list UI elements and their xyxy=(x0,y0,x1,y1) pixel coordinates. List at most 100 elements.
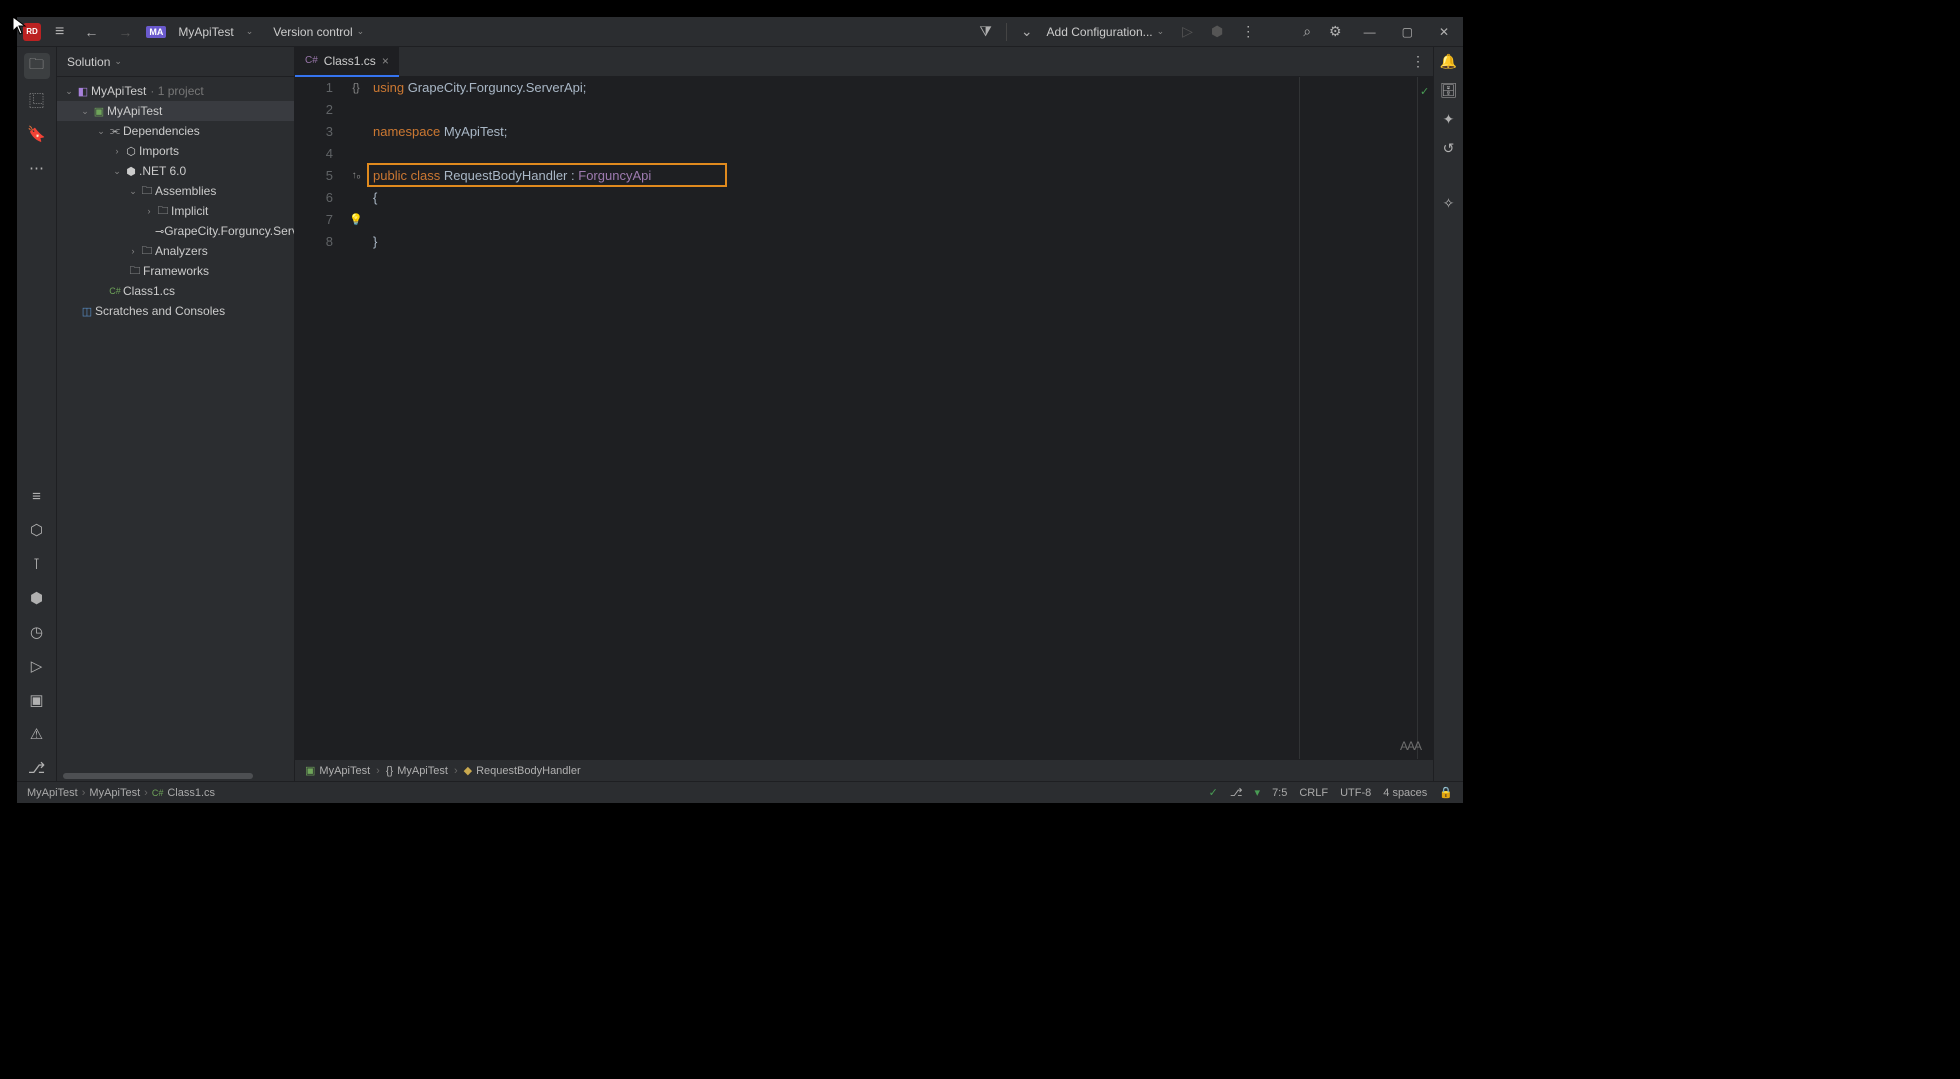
nuget-icon[interactable]: ⬢ xyxy=(24,585,50,611)
status-bar: MyApiTest › MyApiTest › C# Class1.cs ✓ ⎇… xyxy=(17,781,1463,803)
breadcrumb-namespace[interactable]: ▣MyApiTest xyxy=(305,764,370,777)
tree-imports[interactable]: › ⬡ Imports xyxy=(57,141,294,161)
inspection-stripe[interactable]: ✓ xyxy=(1417,77,1433,759)
terminal-icon[interactable]: ▣ xyxy=(24,687,50,713)
tab-filename: Class1.cs xyxy=(324,54,376,68)
tree-solution-root[interactable]: ⌄ ◧ MyApiTest· 1 project xyxy=(57,81,294,101)
tree-grapecity-ref[interactable]: ⊸ GrapeCity.Forguncy.Serve xyxy=(57,221,294,241)
services-icon[interactable]: ⬡ xyxy=(24,517,50,543)
inspection-ok-icon[interactable]: ✓ xyxy=(1420,81,1429,103)
debug-icon[interactable]: ⬢ xyxy=(1207,19,1227,44)
unit-tests-icon[interactable]: ◷ xyxy=(24,619,50,645)
close-tab-icon[interactable]: × xyxy=(382,54,389,68)
chevron-right-icon[interactable]: › xyxy=(111,146,123,156)
structure-icon[interactable]: ⿺ xyxy=(24,87,50,113)
run-tool-icon[interactable]: ▷ xyxy=(24,653,50,679)
status-ok-icon[interactable]: ✓ xyxy=(1209,786,1218,799)
vcs-icon[interactable]: ⎇ xyxy=(24,755,50,781)
scrollbar-thumb[interactable] xyxy=(63,773,253,779)
csharp-file-icon: C# xyxy=(152,788,164,798)
branch-icon[interactable]: ⎇ xyxy=(1230,786,1243,799)
nav-forward-icon[interactable]: → xyxy=(112,24,138,40)
dependencies-icon: ⫘ xyxy=(107,125,123,138)
history-icon[interactable]: ↺ xyxy=(1443,140,1455,157)
chevron-down-icon[interactable]: ⌄ xyxy=(63,86,75,97)
assembly-icon: ⊸ xyxy=(155,225,164,238)
database-icon[interactable]: 🗄 xyxy=(1440,82,1458,99)
status-path[interactable]: MyApiTest › MyApiTest › C# Class1.cs xyxy=(27,787,215,799)
version-control-menu[interactable]: Version control⌄ xyxy=(265,25,376,39)
caret-position[interactable]: 7:5 xyxy=(1272,787,1287,799)
notifications-icon[interactable]: 🔔 xyxy=(1440,53,1457,70)
tree-net[interactable]: ⌄ ⬢ .NET 6.0 xyxy=(57,161,294,181)
csharp-file-icon: C# xyxy=(107,286,123,296)
tree-analyzers[interactable]: › 🗀 Analyzers xyxy=(57,241,294,261)
tree-project[interactable]: ⌄ ▣ MyApiTest xyxy=(57,101,294,121)
file-encoding[interactable]: UTF-8 xyxy=(1340,787,1371,799)
tree-class1[interactable]: C# Class1.cs xyxy=(57,281,294,301)
bookmark-icon[interactable]: 🔖 xyxy=(24,121,50,147)
settings-gear-icon[interactable]: ⚙ xyxy=(1325,19,1346,44)
close-button[interactable]: ✕ xyxy=(1431,21,1457,43)
ai-icon[interactable]: ✦ xyxy=(1443,111,1455,128)
chevron-right-icon: › xyxy=(454,765,458,777)
search-icon[interactable]: ⌕ xyxy=(1299,19,1315,44)
chevron-down-icon[interactable]: ⌄ xyxy=(111,166,123,177)
reader-mode-icon[interactable]: AAA xyxy=(1400,739,1421,753)
more-horizontal-icon[interactable]: ⋯ xyxy=(24,155,50,181)
mouse-cursor xyxy=(12,16,28,41)
tree-scratches[interactable]: ◫ Scratches and Consoles xyxy=(57,301,294,321)
tree-implicit[interactable]: › 🗀 Implicit xyxy=(57,201,294,221)
highlight-box xyxy=(367,163,727,187)
solution-header[interactable]: Solution⌄ xyxy=(57,47,294,77)
project-name[interactable]: MyApiTest xyxy=(174,25,233,39)
more-icon[interactable]: ⋮ xyxy=(1237,19,1259,44)
breadcrumb-class-ns[interactable]: {}MyApiTest xyxy=(386,765,448,777)
right-tool-stripe: 🔔 🗄 ✦ ↺ ✧ xyxy=(1433,47,1463,781)
chevron-down-icon[interactable]: ⌄ xyxy=(127,186,139,197)
namespace-gutter-icon[interactable]: {} xyxy=(352,77,359,99)
editor-body[interactable]: 1 2 3 4 5 6 7 8 {} ↑ₒ 💡 xyxy=(295,77,1433,759)
scratches-icon: ◫ xyxy=(79,305,95,318)
chevron-down-icon[interactable]: ⌄ xyxy=(1017,19,1037,44)
run-icon[interactable]: ▷ xyxy=(1178,19,1197,44)
folder-icon: 🗀 xyxy=(127,262,143,281)
horizontal-scrollbar[interactable] xyxy=(57,771,294,781)
main-menu-icon[interactable]: ≡ xyxy=(49,23,70,41)
chevron-down-icon: ⌄ xyxy=(110,56,126,67)
chevron-down-icon: ⌄ xyxy=(1153,26,1169,37)
chevron-right-icon: › xyxy=(376,765,380,777)
tree-assemblies[interactable]: ⌄ 🗀 Assemblies xyxy=(57,181,294,201)
hint-gutter-icon[interactable]: 💡 xyxy=(349,209,363,231)
assistant-icon[interactable]: ✧ xyxy=(1443,195,1455,212)
inheritors-gutter-icon[interactable]: ↑ₒ xyxy=(352,165,361,187)
lock-icon[interactable]: 🔒 xyxy=(1439,786,1453,799)
line-separator[interactable]: CRLF xyxy=(1299,787,1328,799)
code-content[interactable]: using GrapeCity.Forguncy.ServerApi; name… xyxy=(369,77,1417,759)
ide-window: RD ≡ ← → MA MyApiTest ⌄ Version control⌄… xyxy=(16,16,1464,804)
filter-icon[interactable]: ⧩ xyxy=(975,19,996,44)
chevron-down-icon[interactable]: ⌄ xyxy=(79,106,91,117)
maximize-button[interactable]: ▢ xyxy=(1394,21,1421,43)
breadcrumb-class[interactable]: ◆RequestBodyHandler xyxy=(464,764,581,777)
tree-frameworks[interactable]: 🗀 Frameworks xyxy=(57,261,294,281)
folder-icon[interactable]: 🗀 xyxy=(24,53,50,79)
minimize-button[interactable]: — xyxy=(1356,21,1384,43)
editor-tab-class1[interactable]: C# Class1.cs × xyxy=(295,47,399,77)
tab-actions-icon[interactable]: ⋮ xyxy=(1403,53,1433,70)
sync-icon[interactable]: ▾ xyxy=(1255,786,1261,799)
tree-dependencies[interactable]: ⌄ ⫘ Dependencies xyxy=(57,121,294,141)
project-badge: MA xyxy=(146,26,166,38)
editor-area: C# Class1.cs × ⋮ 1 2 3 4 5 6 7 8 xyxy=(295,47,1433,781)
build-icon[interactable]: ⊺ xyxy=(24,551,50,577)
todo-icon[interactable]: ≡ xyxy=(24,483,50,509)
problems-icon[interactable]: ⚠ xyxy=(24,721,50,747)
indent-setting[interactable]: 4 spaces xyxy=(1383,787,1427,799)
csharp-project-icon: ▣ xyxy=(91,105,107,118)
chevron-down-icon[interactable]: ⌄ xyxy=(95,126,107,137)
chevron-down-icon[interactable]: ⌄ xyxy=(242,26,258,37)
chevron-right-icon[interactable]: › xyxy=(143,206,155,216)
chevron-right-icon[interactable]: › xyxy=(127,246,139,256)
run-config-dropdown[interactable]: Add Configuration...⌄ xyxy=(1047,25,1169,39)
nav-back-icon[interactable]: ← xyxy=(78,24,104,40)
